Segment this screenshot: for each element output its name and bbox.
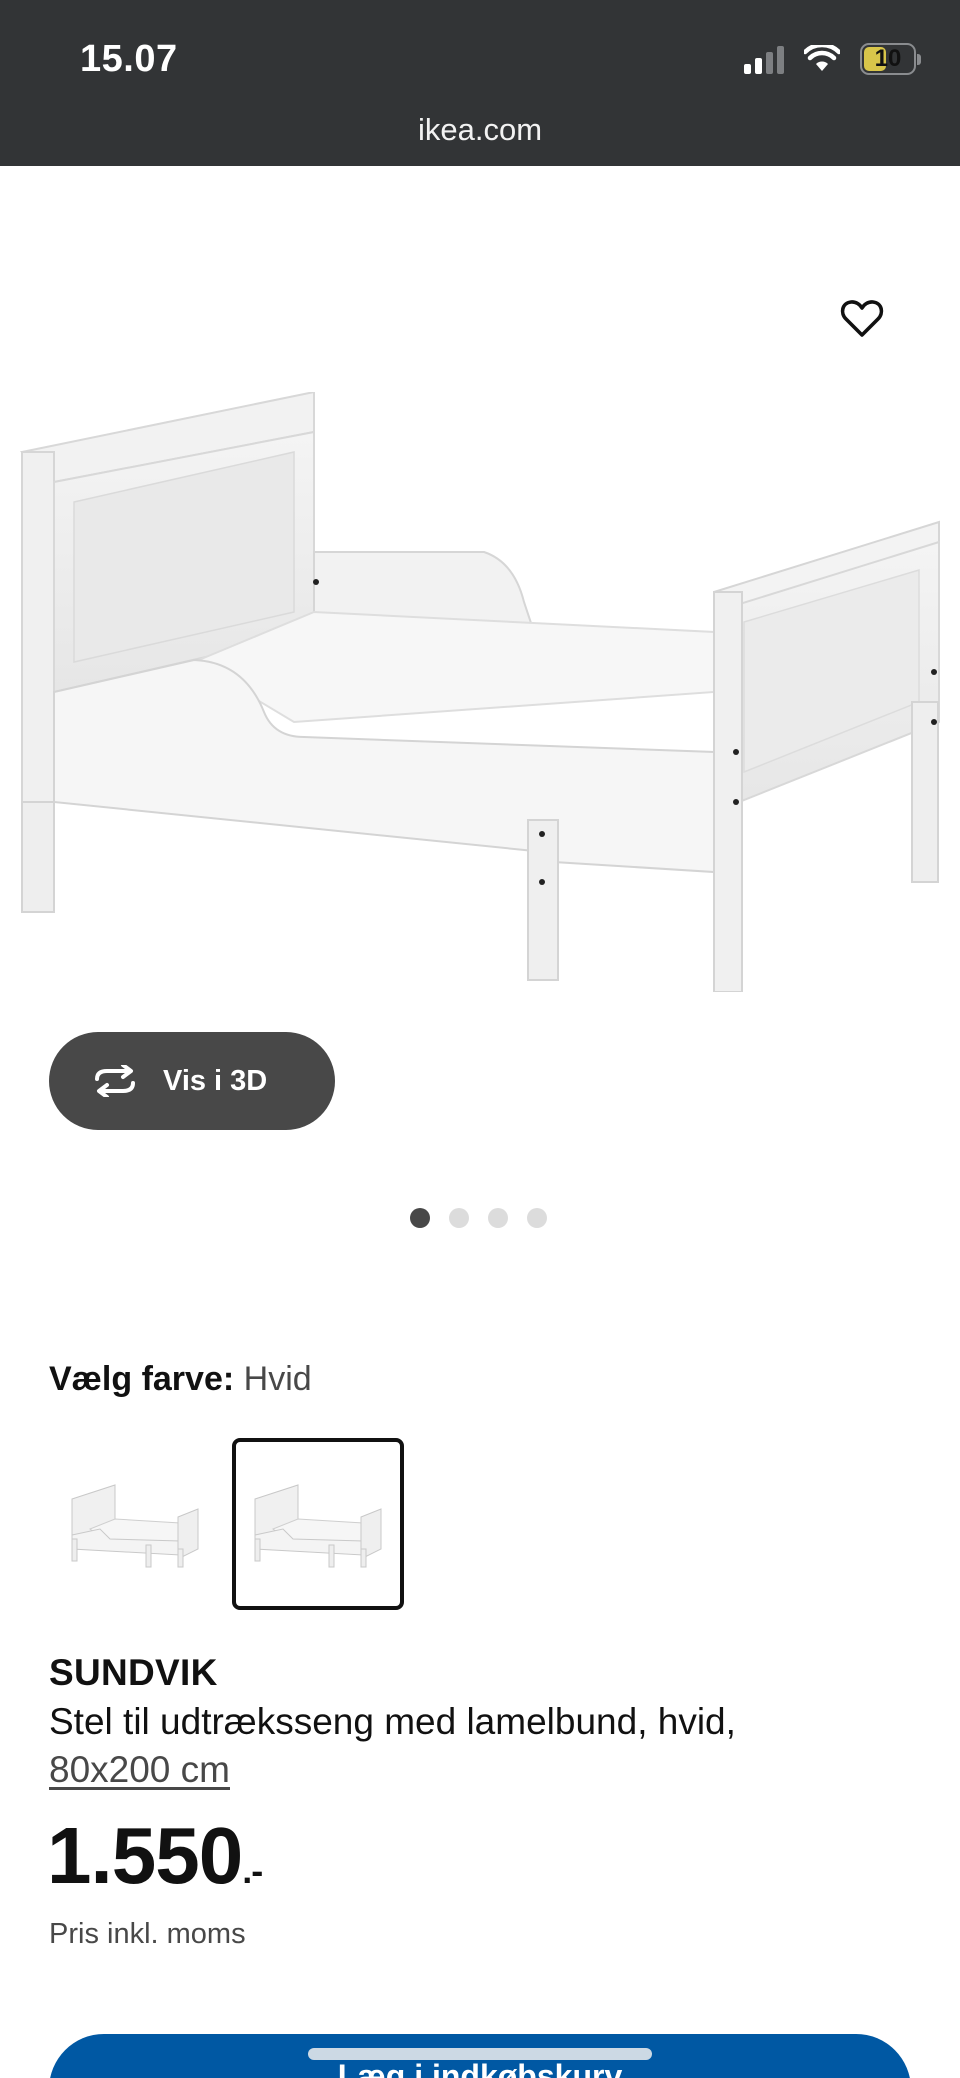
battery-level: 10 <box>874 45 902 72</box>
status-time: 15.07 <box>80 38 178 80</box>
status-icons: 10 <box>744 42 921 76</box>
product-image <box>19 392 940 992</box>
product-name: SUNDVIK <box>49 1652 218 1693</box>
product-size-link[interactable]: 80x200 cm <box>49 1749 230 1790</box>
url-bar[interactable]: ikea.com <box>0 112 960 148</box>
color-label-title: Vælg farve: <box>49 1360 235 1398</box>
price-value: 1.550 <box>47 1811 243 1900</box>
browser-topbar: 15.07 10 ikea.com <box>0 0 960 166</box>
pagination-dot[interactable] <box>449 1208 469 1228</box>
product-description-text: Stel til udtræksseng med lamelbund, hvid… <box>49 1701 736 1742</box>
wifi-icon <box>804 45 840 71</box>
gallery-pagination[interactable] <box>410 1208 547 1228</box>
product-price: 1.550.- <box>47 1810 263 1902</box>
pagination-dot[interactable] <box>488 1208 508 1228</box>
view-3d-label: Vis i 3D <box>163 1064 268 1097</box>
add-to-cart-label: Læg i indkøbskurv <box>337 2058 623 2078</box>
vat-note: Pris inkl. moms <box>49 1918 246 1950</box>
heart-icon[interactable] <box>838 294 886 342</box>
battery-icon: 10 <box>860 43 921 75</box>
pagination-dot[interactable] <box>410 1208 430 1228</box>
product-gallery[interactable]: Vis i 3D <box>0 166 960 1228</box>
view-3d-button[interactable]: Vis i 3D <box>49 1032 335 1130</box>
pagination-dot[interactable] <box>527 1208 547 1228</box>
color-option-1[interactable] <box>49 1438 221 1610</box>
bed-thumbnail <box>254 1484 382 1568</box>
rotate-icon <box>95 1065 135 1097</box>
product-description: Stel til udtræksseng med lamelbund, hvid… <box>49 1698 909 1794</box>
bed-thumbnail <box>71 1484 199 1568</box>
color-selector-label: Vælg farve: Hvid <box>49 1360 312 1399</box>
signal-icon <box>744 44 784 74</box>
home-indicator[interactable] <box>308 2048 652 2060</box>
price-suffix: .- <box>242 1850 263 1891</box>
color-option-2[interactable] <box>232 1438 404 1610</box>
color-label-value: Hvid <box>243 1360 312 1398</box>
